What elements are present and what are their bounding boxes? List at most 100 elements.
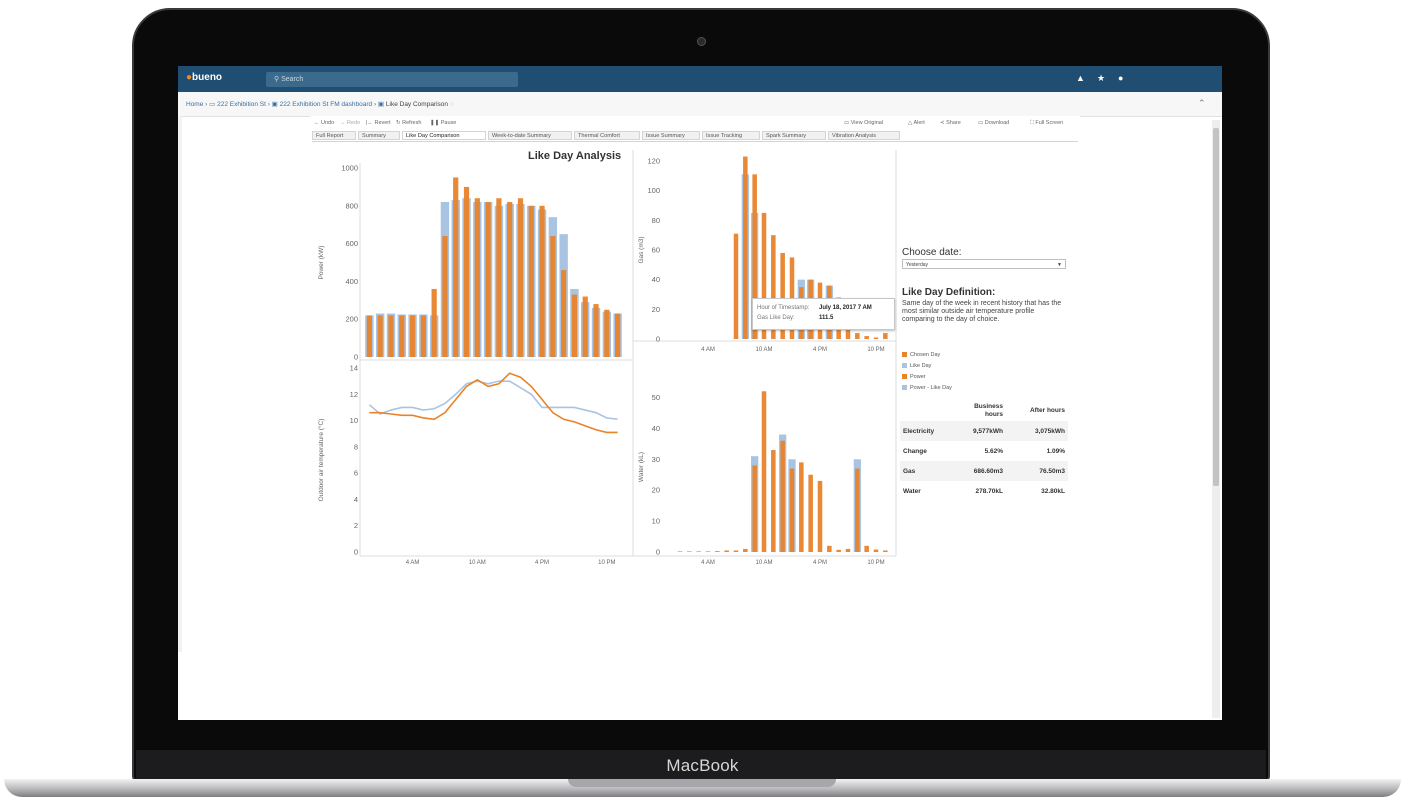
- y-tick-label: 100: [647, 186, 660, 195]
- row-label: Gas: [900, 461, 956, 481]
- y-tick-label: 12: [350, 390, 358, 399]
- x-tick-label: 4 PM: [813, 347, 827, 353]
- y-tick-label: 2: [354, 521, 358, 530]
- line-like-day: [368, 380, 618, 421]
- table-row: Change 5.62% 1.09%: [900, 441, 1068, 461]
- bar-chosen-day: [817, 480, 823, 552]
- y-tick-label: 0: [656, 335, 660, 344]
- bar-chosen-day: [517, 198, 524, 357]
- legend-item[interactable]: Power: [902, 374, 926, 380]
- bar-chosen-day: [528, 205, 534, 357]
- row-label: Water: [903, 487, 921, 495]
- screen: ●bueno ⚲ Search ▲ ★ ● Home › ▭ 222 Exhib…: [178, 66, 1222, 720]
- bar-chosen-day: [366, 315, 373, 357]
- dropdown-arrow-icon: ▼: [1057, 262, 1062, 268]
- legend-item[interactable]: Like Day: [902, 363, 931, 369]
- y-tick-label: 800: [345, 201, 358, 210]
- y-axis-label: Gas (m3): [638, 236, 645, 263]
- bar-chosen-day: [431, 288, 437, 357]
- y-tick-label: 80: [652, 216, 660, 225]
- water-chart: 0 10 20 30 40 50 Water (kL) 4 AM 10 AM 4 PM 10 PM: [638, 391, 888, 566]
- bar-chosen-day: [550, 236, 556, 357]
- x-tick-label: 4 AM: [701, 347, 715, 353]
- y-tick-label: 0: [354, 548, 358, 557]
- bar-chosen-day: [571, 294, 578, 357]
- x-tick-label: 10 AM: [469, 560, 486, 566]
- cell-after: 1.09%: [1046, 447, 1065, 455]
- x-tick-label: 10 PM: [598, 560, 615, 566]
- bar-chosen-day: [733, 233, 739, 339]
- x-tick-label: 10 PM: [867, 560, 884, 566]
- x-tick-label: 10 AM: [755, 347, 772, 353]
- table-row: Electricity 9,577kWh 3,075kWh: [900, 421, 1068, 441]
- x-tick-label: 4 AM: [701, 560, 715, 566]
- table-row: Water 278.70kL 32.80kL: [900, 481, 1068, 501]
- bar-chosen-day: [864, 545, 869, 552]
- x-tick-label: 10 PM: [867, 347, 884, 353]
- table-header-empty: [900, 401, 956, 421]
- y-tick-label: 20: [652, 305, 660, 314]
- y-tick-label: 20: [652, 486, 660, 495]
- bar-chosen-day: [507, 202, 513, 357]
- cell-business: 9,577kWh: [956, 421, 1006, 441]
- x-tick-label: 4 PM: [535, 560, 549, 566]
- y-tick-label: 400: [345, 277, 358, 286]
- bar-chosen-day: [399, 315, 405, 357]
- y-tick-label: 200: [345, 315, 358, 324]
- bar-chosen-day: [883, 333, 888, 339]
- bar-chosen-day: [463, 186, 470, 357]
- legend-swatch: [902, 385, 907, 390]
- cell-after: 32.80kL: [1041, 487, 1065, 495]
- bar-chosen-day: [855, 333, 860, 339]
- bar-chosen-day: [388, 315, 394, 357]
- definition-text: Same day of the week in recent history t…: [902, 300, 1062, 323]
- legend-swatch: [902, 352, 907, 357]
- legend-item[interactable]: Chosen Day: [902, 352, 940, 358]
- brand-label: MacBook: [666, 756, 739, 775]
- bar-chosen-day: [582, 296, 588, 357]
- tooltip-label: Hour of Timestamp:: [757, 305, 810, 311]
- bar-chosen-day: [705, 551, 711, 552]
- date-select[interactable]: Yesterday ▼: [902, 259, 1066, 269]
- bar-chosen-day: [561, 270, 567, 357]
- bar-chosen-day: [761, 391, 767, 552]
- legend-swatch: [902, 374, 907, 379]
- bar-chosen-day: [604, 309, 610, 357]
- bar-chosen-day: [474, 198, 480, 357]
- bar-chosen-day: [687, 551, 692, 552]
- bar-chosen-day: [733, 550, 739, 552]
- bar-chosen-day: [752, 465, 757, 552]
- cell-business: 278.70kL: [975, 487, 1003, 495]
- legend-item[interactable]: Power - Like Day: [902, 385, 952, 391]
- bar-chosen-day: [864, 336, 869, 339]
- bar-chosen-day: [855, 468, 860, 552]
- chart-tooltip: Hour of Timestamp: July 18, 2017 7 AM Ga…: [752, 298, 895, 330]
- x-tick-label: 4 AM: [406, 560, 420, 566]
- bar-chosen-day: [873, 549, 879, 552]
- cell-business: 5.62%: [984, 447, 1003, 455]
- bar-chosen-day: [485, 202, 491, 357]
- bar-chosen-day: [808, 474, 813, 552]
- bar-chosen-day: [539, 205, 545, 357]
- legend-label: Chosen Day: [910, 352, 941, 358]
- y-tick-label: 10: [350, 416, 358, 425]
- y-tick-label: 4: [354, 495, 358, 504]
- bar-chosen-day: [873, 337, 879, 339]
- y-tick-label: 6: [354, 469, 358, 478]
- definition-title: Like Day Definition:: [902, 287, 996, 298]
- power-chart: 0 200 400 600 800 1000 Power (kW): [318, 164, 622, 362]
- y-tick-label: 10: [652, 517, 660, 526]
- bar-chosen-day: [442, 236, 448, 357]
- cell-business: 686.60m3: [956, 461, 1006, 481]
- bar-chosen-day: [715, 551, 720, 552]
- legend-swatch: [902, 363, 907, 368]
- laptop-notch: [568, 779, 836, 787]
- bar-chosen-day: [771, 450, 776, 552]
- bar-chosen-day: [743, 548, 748, 552]
- column-header: Business hours: [974, 403, 1003, 418]
- y-tick-label: 50: [652, 393, 660, 402]
- bar-chosen-day: [743, 156, 748, 339]
- tooltip-value: July 18, 2017 7 AM: [819, 305, 872, 311]
- y-axis-label: Water (kL): [638, 452, 645, 482]
- bar-chosen-day: [883, 550, 888, 552]
